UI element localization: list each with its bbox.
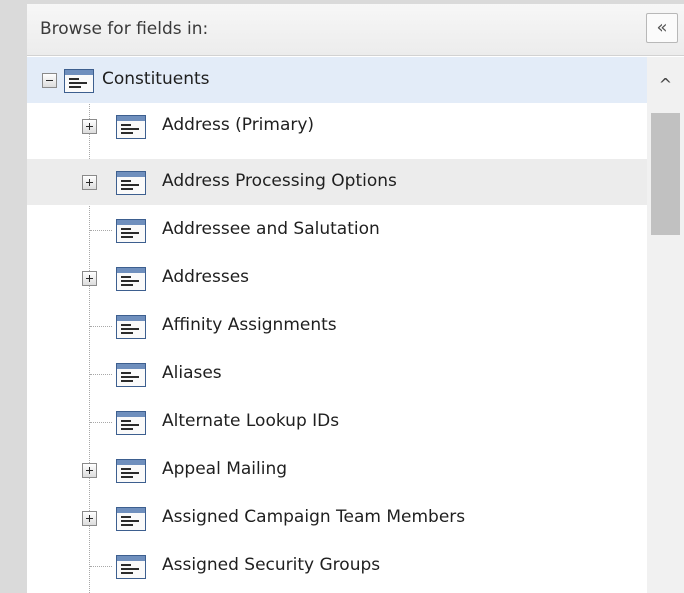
tree-item-label: Aliases bbox=[162, 363, 222, 383]
table-icon bbox=[116, 411, 146, 435]
collapse-icon[interactable] bbox=[42, 73, 57, 88]
tree-item-label: Constituents bbox=[102, 69, 210, 89]
table-icon bbox=[64, 69, 94, 93]
tree-item-label: Alternate Lookup IDs bbox=[162, 411, 340, 431]
table-icon bbox=[116, 115, 146, 139]
chevron-up-icon: ^ bbox=[658, 75, 673, 94]
tree-item-label: Assigned Campaign Team Members bbox=[162, 507, 466, 527]
tree-item-label: Addressee and Salutation bbox=[162, 219, 380, 239]
table-icon bbox=[116, 507, 146, 531]
window-background: Browse for fields in: « Constituents Add… bbox=[0, 0, 684, 593]
expand-icon[interactable] bbox=[82, 119, 97, 134]
expand-icon[interactable] bbox=[82, 511, 97, 526]
tree-item-label: Assigned Security Groups bbox=[162, 555, 381, 575]
table-icon bbox=[116, 267, 146, 291]
tree-item-label: Address (Primary) bbox=[162, 115, 315, 135]
tree-item[interactable]: Address (Primary) bbox=[27, 103, 647, 149]
tree-connector-line bbox=[90, 230, 112, 231]
scroll-up-button[interactable]: ^ bbox=[647, 57, 684, 112]
tree-item-label: Appeal Mailing bbox=[162, 459, 288, 479]
tree-item[interactable]: Addresses bbox=[27, 255, 647, 301]
tree-connector-line bbox=[90, 326, 112, 327]
tree-connector-line bbox=[90, 374, 112, 375]
tree-item[interactable]: Affinity Assignments bbox=[27, 303, 647, 349]
table-icon bbox=[116, 315, 146, 339]
table-icon bbox=[116, 555, 146, 579]
tree-item[interactable]: Assigned Security Groups bbox=[27, 543, 647, 589]
vertical-scrollbar[interactable]: ^ bbox=[647, 57, 684, 593]
double-chevron-left-icon: « bbox=[656, 17, 668, 38]
tree-item-label: Affinity Assignments bbox=[162, 315, 337, 335]
table-icon bbox=[116, 171, 146, 195]
tree-connector-line bbox=[90, 422, 112, 423]
table-icon bbox=[116, 363, 146, 387]
tree-item[interactable]: Alternate Lookup IDs bbox=[27, 399, 647, 445]
tree-item-label: Addresses bbox=[162, 267, 250, 287]
tree-item-label: Address Processing Options bbox=[162, 171, 397, 191]
expand-icon[interactable] bbox=[82, 463, 97, 478]
table-icon bbox=[116, 459, 146, 483]
panel-header: Browse for fields in: « bbox=[27, 4, 684, 56]
tree-item[interactable]: Address Processing Options bbox=[27, 159, 647, 205]
expand-icon[interactable] bbox=[82, 175, 97, 190]
tree-connector-line bbox=[90, 566, 112, 567]
field-tree: Constituents Address (Primary) Address P… bbox=[27, 57, 647, 593]
tree-item-constituents[interactable]: Constituents bbox=[27, 57, 647, 103]
tree-item[interactable]: Addressee and Salutation bbox=[27, 207, 647, 253]
table-icon bbox=[116, 219, 146, 243]
panel-title: Browse for fields in: bbox=[40, 19, 209, 39]
tree-item[interactable]: Assigned Campaign Team Members bbox=[27, 495, 647, 541]
tree-item[interactable]: Appeal Mailing bbox=[27, 447, 647, 493]
field-browser-panel: Browse for fields in: « Constituents Add… bbox=[27, 4, 684, 593]
tree-item[interactable]: Aliases bbox=[27, 351, 647, 397]
collapse-panel-button[interactable]: « bbox=[646, 13, 678, 43]
expand-icon[interactable] bbox=[82, 271, 97, 286]
scroll-thumb[interactable] bbox=[651, 113, 680, 235]
